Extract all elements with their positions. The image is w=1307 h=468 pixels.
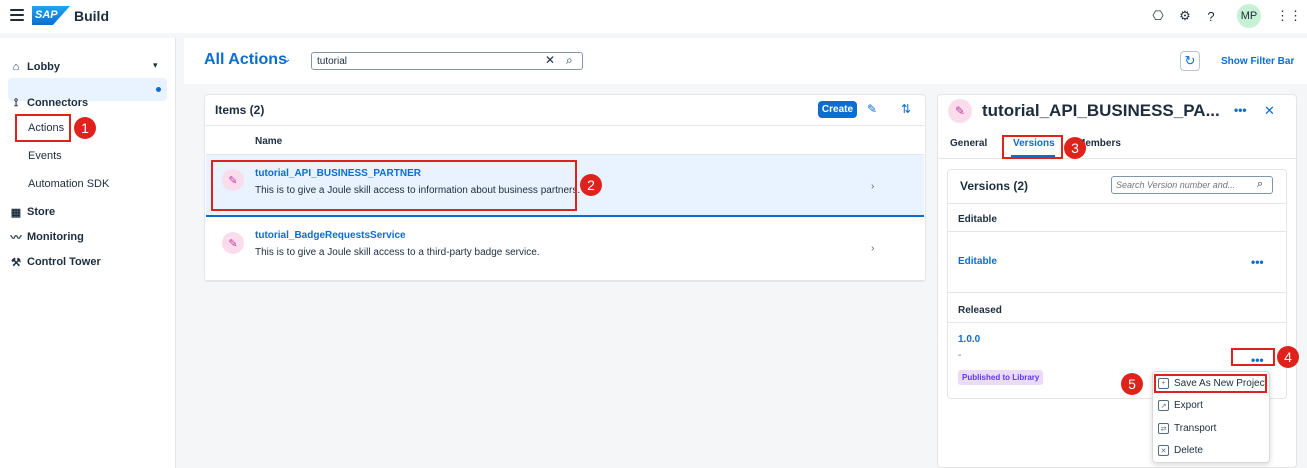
action-icon: ✎ bbox=[948, 99, 972, 123]
menu-item-label: Transport bbox=[1174, 423, 1217, 434]
close-icon[interactable]: ✕ bbox=[1264, 103, 1275, 119]
brand-name: Build bbox=[74, 8, 109, 24]
sidebar-item-monitoring[interactable]: 〰 Monitoring bbox=[10, 231, 84, 244]
annotation-box-3 bbox=[1002, 135, 1063, 159]
annotation-badge-1: 1 bbox=[74, 117, 96, 139]
transport-icon: ⇄ bbox=[1158, 423, 1169, 434]
sidebar-item-label: Monitoring bbox=[27, 231, 84, 243]
search-icon[interactable]: ⌕ bbox=[1257, 178, 1263, 191]
version-link[interactable]: 1.0.0 bbox=[958, 334, 980, 345]
sidebar-item-store[interactable]: ▦ Store bbox=[10, 206, 56, 219]
grid-icon[interactable]: ⋮⋮ bbox=[1276, 8, 1302, 24]
action-icon: ✎ bbox=[222, 232, 244, 254]
divider bbox=[206, 125, 924, 126]
search-input[interactable] bbox=[311, 52, 583, 70]
sidebar-item-label: Control Tower bbox=[27, 256, 101, 268]
bot-icon[interactable]: ⎔ bbox=[1150, 8, 1166, 24]
version-description: - bbox=[958, 350, 962, 361]
annotation-box-4 bbox=[1231, 348, 1275, 366]
divider bbox=[938, 158, 1296, 159]
divider bbox=[948, 203, 1286, 204]
editable-link[interactable]: Editable bbox=[958, 256, 997, 267]
tab-general[interactable]: General bbox=[950, 138, 987, 149]
versions-heading: Versions (2) bbox=[960, 179, 1029, 193]
annotation-box-1 bbox=[15, 114, 71, 142]
more-icon[interactable]: ••• bbox=[1234, 103, 1247, 117]
search-icon[interactable]: ⌕ bbox=[566, 53, 573, 68]
chevron-down-icon[interactable]: ⌄ bbox=[283, 54, 291, 65]
help-icon[interactable]: ? bbox=[1203, 8, 1219, 24]
monitoring-icon: 〰 bbox=[10, 232, 22, 244]
home-icon: ⌂ bbox=[12, 61, 20, 73]
version-search-input[interactable] bbox=[1111, 176, 1273, 194]
annotation-box-5 bbox=[1154, 374, 1267, 393]
annotation-badge-5: 5 bbox=[1121, 373, 1143, 395]
menu-item-label: Delete bbox=[1174, 445, 1203, 456]
sidebar-item-automation-sdk[interactable]: Automation SDK bbox=[28, 178, 109, 190]
divider bbox=[948, 292, 1286, 293]
page-title[interactable]: All Actions bbox=[204, 51, 287, 69]
sidebar-item-control-tower[interactable]: ⚒ Control Tower bbox=[10, 256, 101, 269]
notification-icon[interactable]: ⚙ bbox=[1177, 8, 1193, 24]
status-badge: Published to Library bbox=[958, 370, 1044, 385]
active-dot bbox=[156, 87, 161, 92]
sidebar-item-events[interactable]: Events bbox=[28, 150, 62, 162]
annotation-box-2 bbox=[211, 160, 577, 211]
sidebar-item-connectors[interactable]: ⟟ Connectors bbox=[10, 96, 89, 110]
store-icon: ▦ bbox=[10, 206, 22, 219]
connector-icon: ⟟ bbox=[13, 96, 19, 109]
sidebar-item-label: Connectors bbox=[27, 97, 89, 109]
annotation-badge-2: 2 bbox=[580, 174, 602, 196]
items-heading: Items (2) bbox=[215, 103, 265, 117]
sidebar-item-label: Lobby bbox=[27, 61, 60, 73]
annotation-badge-3: 3 bbox=[1064, 137, 1086, 159]
chevron-down-icon[interactable]: ▾ bbox=[153, 60, 158, 71]
more-icon[interactable]: ••• bbox=[1251, 255, 1264, 269]
sort-icon[interactable]: ⇅ bbox=[901, 102, 911, 116]
avatar[interactable]: MP bbox=[1237, 4, 1261, 28]
sidebar-item-lobby[interactable]: ⌂ Lobby bbox=[10, 61, 60, 73]
divider bbox=[948, 322, 1286, 323]
trash-icon: ✕ bbox=[1158, 445, 1169, 456]
sap-logo: SAP bbox=[32, 6, 70, 25]
create-button[interactable]: Create bbox=[818, 101, 857, 118]
show-filter-bar-button[interactable]: Show Filter Bar bbox=[1221, 56, 1294, 67]
menu-icon[interactable] bbox=[10, 9, 24, 23]
row-description: This is to give a Joule skill access to … bbox=[255, 247, 540, 258]
annotation-badge-4: 4 bbox=[1277, 346, 1299, 368]
chevron-right-icon[interactable]: › bbox=[871, 181, 874, 192]
menu-item-export[interactable]: ↗ Export bbox=[1158, 400, 1203, 411]
column-header-name: Name bbox=[255, 136, 283, 147]
chevron-right-icon[interactable]: › bbox=[871, 243, 874, 254]
sidebar-item-label: Store bbox=[27, 206, 56, 218]
shell-bar: SAP Build ⎔ ⚙ ? MP ⋮⋮ bbox=[0, 0, 1307, 33]
wrench-icon: ⚒ bbox=[11, 256, 21, 269]
export-icon: ↗ bbox=[1158, 400, 1169, 411]
divider bbox=[206, 280, 924, 281]
menu-item-label: Export bbox=[1174, 400, 1203, 411]
section-released: Released bbox=[958, 305, 1002, 316]
section-editable: Editable bbox=[958, 214, 997, 225]
detail-title: tutorial_API_BUSINESS_PA... bbox=[982, 101, 1220, 120]
row-title[interactable]: tutorial_BadgeRequestsService bbox=[255, 230, 406, 241]
clear-icon[interactable]: ✕ bbox=[545, 53, 555, 67]
refresh-icon[interactable]: ↻ bbox=[1180, 51, 1200, 71]
edit-icon[interactable]: ✎ bbox=[867, 102, 877, 116]
divider bbox=[948, 231, 1286, 232]
menu-item-transport[interactable]: ⇄ Transport bbox=[1158, 423, 1216, 434]
menu-item-delete[interactable]: ✕ Delete bbox=[1158, 445, 1203, 456]
